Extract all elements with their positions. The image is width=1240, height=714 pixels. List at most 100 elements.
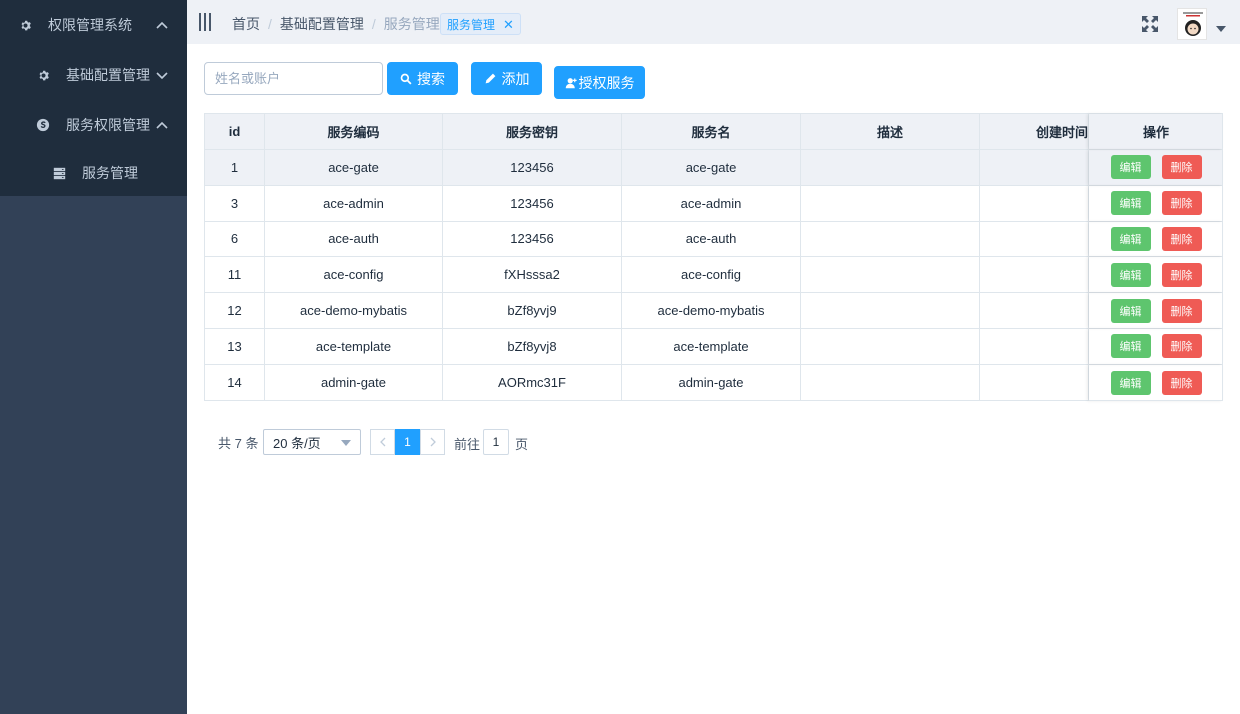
sidebar-item-service-permission[interactable]: 服务权限管理 bbox=[0, 100, 187, 150]
cell-created-time bbox=[980, 364, 1089, 401]
cell-code: ace-admin bbox=[265, 185, 443, 221]
sidebar-item-label: 服务管理 bbox=[82, 165, 138, 181]
cell-name: ace-auth bbox=[622, 221, 801, 257]
goto-page-input[interactable] bbox=[483, 429, 509, 455]
cell-id: 6 bbox=[205, 221, 265, 257]
column-header-actions: 操作 bbox=[1089, 114, 1223, 149]
edit-button[interactable]: 编辑 bbox=[1110, 334, 1151, 359]
tab-label: 服务管理 bbox=[447, 17, 496, 32]
sidebar-item-service-management[interactable]: 服务管理 bbox=[0, 150, 187, 196]
page-size-select[interactable]: 20 条/页 bbox=[263, 429, 361, 455]
cell-code: ace-auth bbox=[265, 221, 443, 257]
cell-id: 13 bbox=[205, 328, 265, 364]
delete-button[interactable]: 删除 bbox=[1161, 155, 1202, 180]
cell-secret: AORmc31F bbox=[443, 364, 622, 401]
user-add-icon bbox=[565, 77, 577, 88]
cell-id: 12 bbox=[205, 293, 265, 328]
cell-secret: 123456 bbox=[443, 150, 622, 185]
cell-name: ace-admin bbox=[622, 185, 801, 221]
page-number-button[interactable]: 1 bbox=[395, 429, 420, 455]
hamburger-icon[interactable] bbox=[199, 13, 213, 31]
chevron-right-icon bbox=[430, 437, 436, 447]
add-button-label: 添加 bbox=[501, 70, 530, 87]
search-input[interactable] bbox=[204, 62, 383, 95]
top-header: 首页 / 基础配置管理 / 服务管理 服务管理 ✕ bbox=[187, 0, 1240, 44]
edit-button[interactable]: 编辑 bbox=[1110, 370, 1151, 395]
table-header: id 服务编码 服务密钥 服务名 描述 创建时间 操作 bbox=[205, 114, 1222, 150]
delete-button[interactable]: 删除 bbox=[1161, 191, 1202, 216]
cell-description bbox=[801, 185, 980, 221]
cell-name: ace-config bbox=[622, 257, 801, 293]
breadcrumb-basic-config[interactable]: 基础配置管理 bbox=[280, 14, 364, 34]
cell-secret: 123456 bbox=[443, 185, 622, 221]
edit-button[interactable]: 编辑 bbox=[1110, 298, 1151, 323]
gear-icon bbox=[18, 18, 32, 32]
column-header-created-time[interactable]: 创建时间 bbox=[980, 114, 1089, 149]
sidebar-item-label: 基础配置管理 bbox=[66, 67, 150, 83]
column-header-code[interactable]: 服务编码 bbox=[265, 114, 443, 149]
cell-description bbox=[801, 328, 980, 364]
chevron-down-icon bbox=[156, 72, 168, 80]
table-row[interactable]: 12 ace-demo-mybatis bZf8yvj9 ace-demo-mybat… bbox=[205, 293, 1222, 329]
cell-actions: 编辑 删除 bbox=[1089, 365, 1223, 401]
column-header-name[interactable]: 服务名 bbox=[622, 114, 801, 149]
table-row[interactable]: 14 admin-gate AORmc31F admin-gate 编辑 删除 bbox=[205, 364, 1223, 401]
prev-page-button[interactable] bbox=[370, 429, 395, 455]
breadcrumb-home[interactable]: 首页 bbox=[232, 14, 260, 34]
edit-button[interactable]: 编辑 bbox=[1110, 191, 1151, 216]
cell-created-time bbox=[980, 293, 1089, 328]
cell-id: 1 bbox=[205, 150, 265, 185]
cell-description bbox=[801, 257, 980, 293]
caret-down-icon bbox=[341, 440, 351, 446]
delete-button[interactable]: 删除 bbox=[1161, 262, 1202, 287]
delete-button[interactable]: 删除 bbox=[1161, 226, 1202, 251]
next-page-button[interactable] bbox=[420, 429, 445, 455]
cell-name: ace-demo-mybatis bbox=[622, 293, 801, 328]
cell-secret: 123456 bbox=[443, 221, 622, 257]
service-table: id 服务编码 服务密钥 服务名 描述 创建时间 操作 1 ace-gate 123… bbox=[204, 113, 1223, 401]
delete-button[interactable]: 删除 bbox=[1161, 370, 1202, 395]
avatar[interactable] bbox=[1177, 8, 1207, 40]
edit-icon bbox=[485, 73, 495, 84]
edit-button[interactable]: 编辑 bbox=[1110, 155, 1151, 180]
gear-icon bbox=[36, 68, 50, 82]
table-row[interactable]: 13 ace-template bZf8yvj8 ace-template 编辑 删除 bbox=[205, 328, 1222, 365]
caret-down-icon[interactable] bbox=[1216, 26, 1226, 32]
breadcrumb: 首页 / 基础配置管理 / 服务管理 bbox=[232, 14, 440, 34]
cell-actions: 编辑 删除 bbox=[1089, 186, 1223, 221]
cell-code: ace-demo-mybatis bbox=[265, 293, 443, 328]
delete-button[interactable]: 删除 bbox=[1161, 334, 1202, 359]
table-body: 1 ace-gate 123456 ace-gate 编辑 删除 3 ace-admin 123… bbox=[205, 150, 1222, 401]
table-row[interactable]: 3 ace-admin 123456 ace-admin 编辑 删除 bbox=[205, 185, 1223, 222]
sidebar-menu-root[interactable]: 权限管理系统 bbox=[0, 0, 187, 50]
close-icon[interactable]: ✕ bbox=[503, 18, 514, 31]
cell-code: admin-gate bbox=[265, 364, 443, 401]
cell-code: ace-gate bbox=[265, 150, 443, 185]
cell-name: ace-gate bbox=[622, 150, 801, 185]
table-row[interactable]: 11 ace-config fXHsssa2 ace-config 编辑 删除 bbox=[205, 257, 1222, 294]
column-header-secret[interactable]: 服务密钥 bbox=[443, 114, 622, 149]
add-button[interactable]: 添加 bbox=[471, 62, 542, 95]
cell-name: ace-template bbox=[622, 328, 801, 364]
fullscreen-icon[interactable] bbox=[1141, 15, 1159, 33]
breadcrumb-separator: / bbox=[268, 16, 272, 32]
cell-secret: fXHsssa2 bbox=[443, 257, 622, 293]
table-row[interactable]: 6 ace-auth 123456 ace-auth 编辑 删除 bbox=[205, 221, 1222, 258]
authorize-service-button[interactable]: 授权服务 bbox=[554, 66, 645, 99]
cell-description bbox=[801, 150, 980, 185]
sidebar-item-basic-config[interactable]: 基础配置管理 bbox=[0, 50, 187, 100]
chevron-up-icon bbox=[156, 21, 168, 29]
edit-button[interactable]: 编辑 bbox=[1110, 262, 1151, 287]
cell-secret: bZf8yvj8 bbox=[443, 328, 622, 364]
search-button[interactable]: 搜索 bbox=[387, 62, 458, 95]
column-header-id[interactable]: id bbox=[205, 114, 265, 149]
table-row[interactable]: 1 ace-gate 123456 ace-gate 编辑 删除 bbox=[205, 150, 1222, 186]
cell-created-time bbox=[980, 150, 1089, 185]
goto-suffix: 页 bbox=[515, 437, 529, 452]
tab-service-management[interactable]: 服务管理 ✕ bbox=[440, 13, 521, 35]
delete-button[interactable]: 删除 bbox=[1161, 298, 1202, 323]
sidebar-item-label: 服务权限管理 bbox=[66, 117, 150, 133]
column-header-description[interactable]: 描述 bbox=[801, 114, 980, 149]
edit-button[interactable]: 编辑 bbox=[1110, 226, 1151, 251]
goto-label: 前往 bbox=[454, 437, 481, 452]
